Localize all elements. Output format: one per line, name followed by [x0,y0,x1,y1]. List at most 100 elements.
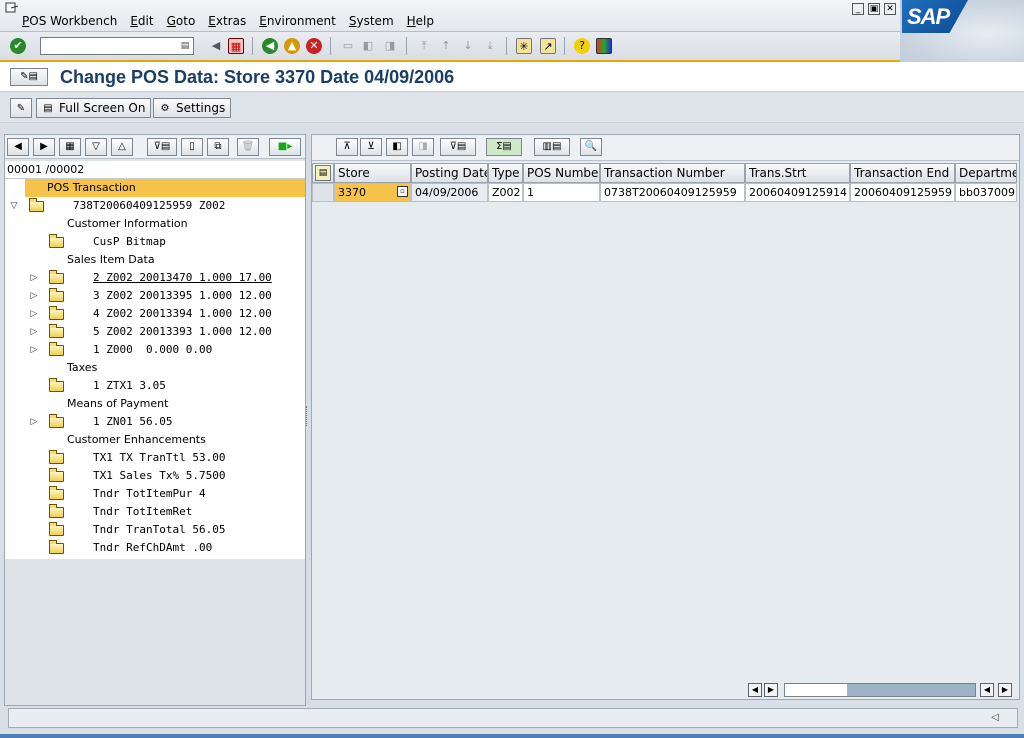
tree-node[interactable]: Tndr TranTotal 56.05 [5,521,305,539]
command-history-icon[interactable]: ▤ [178,39,192,53]
tree-node[interactable]: ▷ 5 Z002 20013393 1.000 12.00 [5,323,305,341]
details-icon[interactable]: 🔍 [580,138,602,156]
triangle-left-icon[interactable]: ◀ [208,38,224,54]
value-help-icon[interactable]: ▫ [397,186,408,197]
menu-item[interactable]: Help [407,14,434,28]
expand-node-icon[interactable]: ▷ [29,323,39,341]
command-field[interactable]: ▤ [40,37,194,55]
scroll-left-first-icon[interactable]: ◀ [748,683,762,697]
tree-node[interactable]: Tndr TotItemPur 4 [5,485,305,503]
close-icon[interactable]: ✕ [884,3,896,15]
grid-cell[interactable]: 1 [523,183,600,202]
tree-node[interactable]: ▷ 3 Z002 20013395 1.000 12.00 [5,287,305,305]
find-grid-icon[interactable]: ◧ [386,138,408,156]
delete-icon[interactable]: 🗑 [237,138,259,156]
print-icon[interactable]: ▭ [340,38,356,54]
expand-all-icon[interactable]: ▽ [85,138,107,156]
sort-descending-icon[interactable]: ⊻ [360,138,382,156]
horizontal-scrollbar[interactable]: ◀ ▶ ◀ ▶ [748,683,1014,697]
tree-node[interactable]: TX1 TX TranTtl 53.00 [5,449,305,467]
find-next-grid-icon[interactable]: ◨ [412,138,434,156]
new-session-icon[interactable]: ✳ [516,38,532,54]
row-selector[interactable] [312,183,334,202]
menu-item[interactable]: POS Workbench [22,14,117,28]
status-triangle-icon[interactable]: ◁ [991,712,999,723]
tree-node[interactable]: ▷ 1 ZN01 56.05 [5,413,305,431]
save-icon[interactable]: ▦ [228,38,244,54]
next-page-icon[interactable]: ↓ [460,38,476,54]
set-filter-icon[interactable]: ⊽▤ [440,138,476,156]
enter-check-icon[interactable]: ✔ [10,38,26,54]
previous-page-icon[interactable]: ↑ [438,38,454,54]
help-icon[interactable]: ? [574,38,590,54]
window-menu-icon[interactable] [5,2,19,14]
grid-cell[interactable]: 20060409125914 [745,183,850,202]
cancel-icon[interactable]: ✕ [306,38,322,54]
collapse-node-icon[interactable]: ▽ [9,197,19,215]
column-header[interactable]: Departmen [955,163,1017,183]
last-page-icon[interactable]: ⤓ [482,38,498,54]
menu-item[interactable]: Extras [208,14,246,28]
tree-node[interactable]: ▷ 2 Z002 20013470 1.000 17.00 [5,269,305,287]
tree-node[interactable]: Sales Item Data [5,251,305,269]
tree-node[interactable]: POS Transaction [25,179,305,197]
menu-item[interactable]: System [349,14,394,28]
sum-icon[interactable]: Σ▤ [486,138,522,156]
expand-node-icon[interactable]: ▷ [29,287,39,305]
tree-node[interactable]: ▽ 738T20060409125959 Z002 [5,197,305,215]
settings-button[interactable]: ⚙ Settings [153,98,232,118]
grid-cell[interactable]: 0738T20060409125959 [600,183,745,202]
tree-node[interactable]: ▷ 1 Z000 0.000 0.00 [5,341,305,359]
collapse-all-icon[interactable]: △ [111,138,133,156]
tree-node[interactable]: Customer Information [5,215,305,233]
grid-cell[interactable]: Z002 [488,183,523,202]
status-green-icon[interactable]: ■▸ [269,138,301,156]
find-icon[interactable]: ◧ [360,38,376,54]
grid-cell[interactable]: bb037009 [955,183,1017,202]
next-icon[interactable]: ▶ [33,138,55,156]
menu-item[interactable]: Edit [130,14,153,28]
sort-ascending-icon[interactable]: ⊼ [336,138,358,156]
exit-icon[interactable]: ▲ [284,38,300,54]
previous-icon[interactable]: ◀ [7,138,29,156]
choose-layout-icon[interactable]: ▥▤ [534,138,570,156]
filter-icon[interactable]: ⊽▤ [147,138,177,156]
full-screen-button[interactable]: ▤ Full Screen On [36,98,152,118]
tree-node[interactable]: Tndr RefChDAmt .00 [5,539,305,557]
first-page-icon[interactable]: ⤒ [416,38,432,54]
grid-cell[interactable]: 04/09/2006 [411,183,488,202]
column-header[interactable]: Posting Date [411,163,488,183]
menu-item[interactable]: Environment [259,14,336,28]
shortcut-icon[interactable]: ↗ [540,38,556,54]
expand-node-icon[interactable]: ▷ [29,413,39,431]
tree-node[interactable]: Tndr TotItemRet [5,503,305,521]
copy-icon[interactable]: ⧉ [207,138,229,156]
edit-pencil-button[interactable]: ✎ [10,98,32,118]
column-header[interactable]: POS Number [523,163,600,183]
column-header[interactable]: Trans.Strt [745,163,850,183]
tree-node[interactable]: ▷ 4 Z002 20013394 1.000 12.00 [5,305,305,323]
create-icon[interactable]: ▯ [181,138,203,156]
back-icon[interactable]: ◀ [262,38,278,54]
column-header[interactable]: Type [488,163,523,183]
tree-node[interactable]: CusP Bitmap [5,233,305,251]
tree-node[interactable]: 1 ZTX1 3.05 [5,377,305,395]
grid-layout-corner[interactable]: ▤ [312,163,334,183]
minimize-icon[interactable]: _ [852,3,864,15]
tree-node[interactable]: TX1 Sales Tx% 5.7500 [5,467,305,485]
customize-layout-icon[interactable] [596,38,612,54]
menu-item[interactable]: Goto [167,14,196,28]
find-next-icon[interactable]: ◨ [382,38,398,54]
column-header[interactable]: Transaction End [850,163,955,183]
pane-splitter[interactable] [306,134,310,706]
scroll-track[interactable] [784,683,976,697]
scroll-thumb[interactable] [847,684,975,696]
command-input[interactable] [43,39,175,53]
tree-node[interactable]: Means of Payment [5,395,305,413]
grid-cell[interactable]: 20060409125959 [850,183,955,202]
expand-node-icon[interactable]: ▷ [29,269,39,287]
expand-node-icon[interactable]: ▷ [29,341,39,359]
grid-cell[interactable]: 3370 ▫ [334,183,411,202]
scroll-right-last-icon[interactable]: ▶ [998,683,1012,697]
expand-node-icon[interactable]: ▷ [29,305,39,323]
